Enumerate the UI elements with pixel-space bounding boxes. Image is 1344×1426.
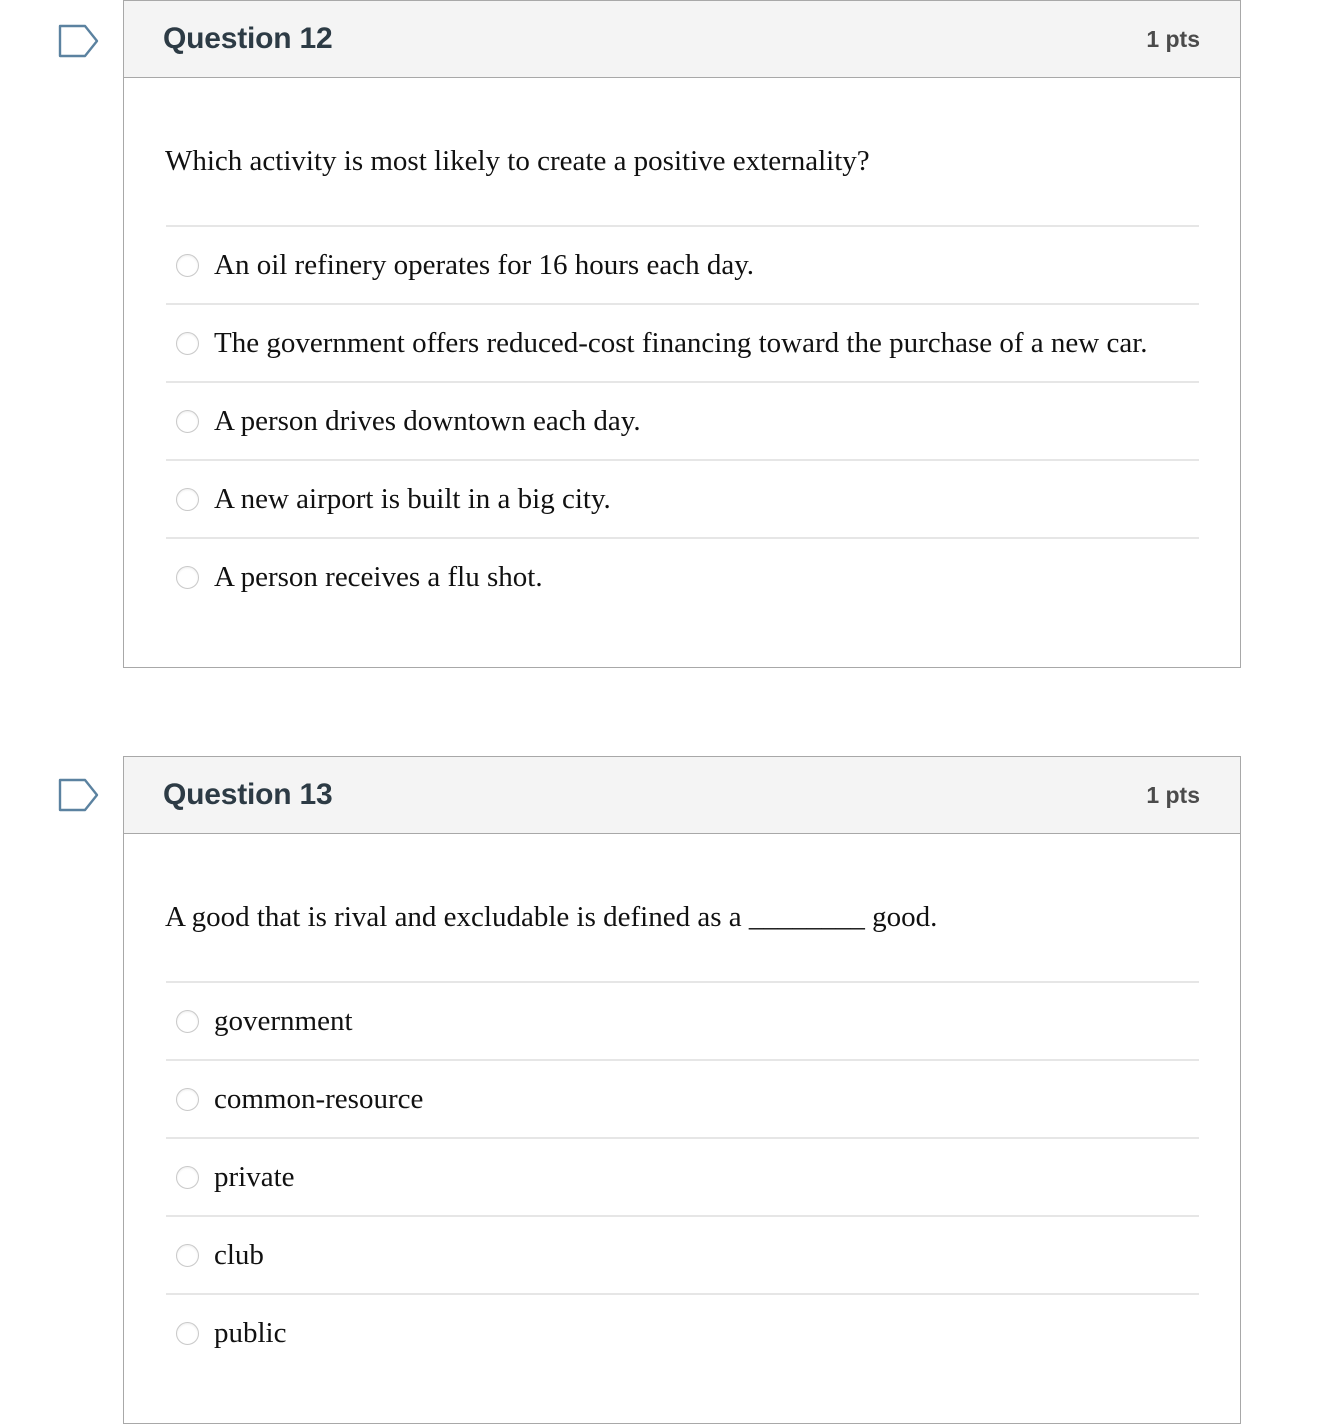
answer-option[interactable]: private [166, 1137, 1199, 1215]
radio-button-icon[interactable] [176, 565, 199, 589]
answer-option[interactable]: club [166, 1215, 1199, 1293]
question-points: 1 pts [1146, 25, 1200, 52]
answer-label: public [214, 1316, 287, 1349]
question-prompt: A good that is rival and excludable is d… [165, 901, 938, 934]
answer-label: An oil refinery operates for 16 hours ea… [214, 248, 755, 281]
radio-button-icon[interactable] [176, 331, 199, 355]
question-header-12: Question 12 1 pts [124, 1, 1240, 78]
question-card-13: Question 13 1 pts A good that is rival a… [123, 756, 1241, 1425]
radio-button-icon[interactable] [176, 487, 199, 511]
radio-button-icon[interactable] [176, 409, 199, 433]
question-title: Question 13 [163, 778, 333, 812]
question-block-13: Question 13 1 pts A good that is rival a… [0, 756, 1344, 1425]
radio-button-icon[interactable] [176, 253, 199, 277]
radio-button-icon[interactable] [176, 1243, 199, 1267]
question-gap [0, 668, 1344, 756]
answer-label: The government offers reduced-cost finan… [214, 326, 1148, 359]
radio-button-icon[interactable] [176, 1321, 199, 1345]
answer-label: common-resource [214, 1082, 424, 1115]
answer-label: A person drives downtown each day. [214, 404, 641, 437]
answer-label: A person receives a flu shot. [214, 560, 543, 593]
answer-list-13: government common-resource private club [124, 937, 1240, 1371]
question-prompt: Which activity is most likely to create … [165, 145, 870, 177]
card-bottom-spacer [124, 615, 1240, 667]
question-card-12: Question 12 1 pts Which activity is most… [123, 0, 1241, 669]
flag-slot-12 [58, 18, 114, 64]
answer-label: private [214, 1160, 295, 1193]
flag-bookmark-icon[interactable] [58, 24, 100, 58]
answer-label: club [214, 1238, 264, 1271]
question-header-13: Question 13 1 pts [124, 757, 1240, 835]
answer-option[interactable]: The government offers reduced-cost finan… [166, 303, 1199, 381]
answer-label: government [214, 1004, 353, 1037]
answer-option[interactable]: A new airport is built in a big city. [166, 459, 1199, 537]
flag-slot-13 [58, 772, 114, 818]
answer-label: A new airport is built in a big city. [214, 482, 611, 515]
question-points: 1 pts [1146, 781, 1200, 808]
answer-option[interactable]: An oil refinery operates for 16 hours ea… [166, 225, 1199, 303]
question-body-12: Which activity is most likely to create … [124, 78, 1240, 668]
question-block-12: Question 12 1 pts Which activity is most… [0, 0, 1344, 669]
flag-bookmark-icon[interactable] [58, 778, 100, 812]
answer-option[interactable]: A person receives a flu shot. [166, 537, 1199, 615]
question-body-13: A good that is rival and excludable is d… [124, 834, 1240, 1424]
answer-option[interactable]: common-resource [166, 1059, 1199, 1137]
radio-button-icon[interactable] [176, 1087, 199, 1111]
answer-option[interactable]: A person drives downtown each day. [166, 381, 1199, 459]
radio-button-icon[interactable] [176, 1165, 199, 1189]
card-bottom-spacer [124, 1371, 1240, 1423]
radio-button-icon[interactable] [176, 1009, 199, 1033]
question-title: Question 12 [163, 22, 333, 55]
quiz-page: Question 12 1 pts Which activity is most… [0, 0, 1344, 1426]
answer-option[interactable]: public [166, 1293, 1199, 1371]
answer-list-12: An oil refinery operates for 16 hours ea… [124, 181, 1240, 615]
answer-option[interactable]: government [166, 981, 1199, 1059]
